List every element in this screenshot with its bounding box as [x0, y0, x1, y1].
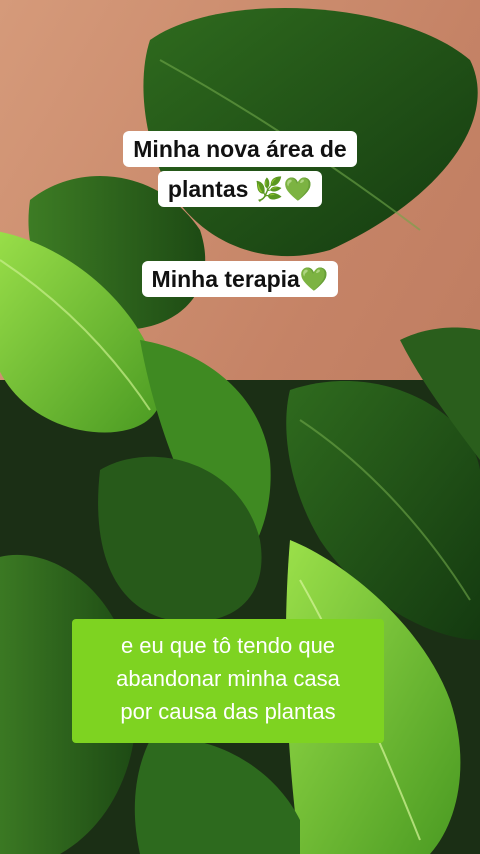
caption-top: Minha nova área de: [0, 131, 480, 167]
caption-highlight-line2: abandonar minha casa: [116, 666, 340, 691]
caption-highlight-line1: e eu que tô tendo que: [120, 633, 336, 658]
caption-highlight: e eu que tô tendo que abandonar minha ca…: [72, 619, 384, 743]
caption-top-second-line: plantas 🌿💚: [0, 171, 480, 207]
caption-top-line1: Minha nova área de: [123, 131, 357, 167]
caption-highlight-line3: por causa das plantas: [120, 699, 336, 724]
caption-middle-text: Minha terapia💚: [141, 261, 339, 297]
caption-top-line2: plantas 🌿💚: [157, 171, 323, 207]
caption-middle: Minha terapia💚: [0, 261, 480, 297]
